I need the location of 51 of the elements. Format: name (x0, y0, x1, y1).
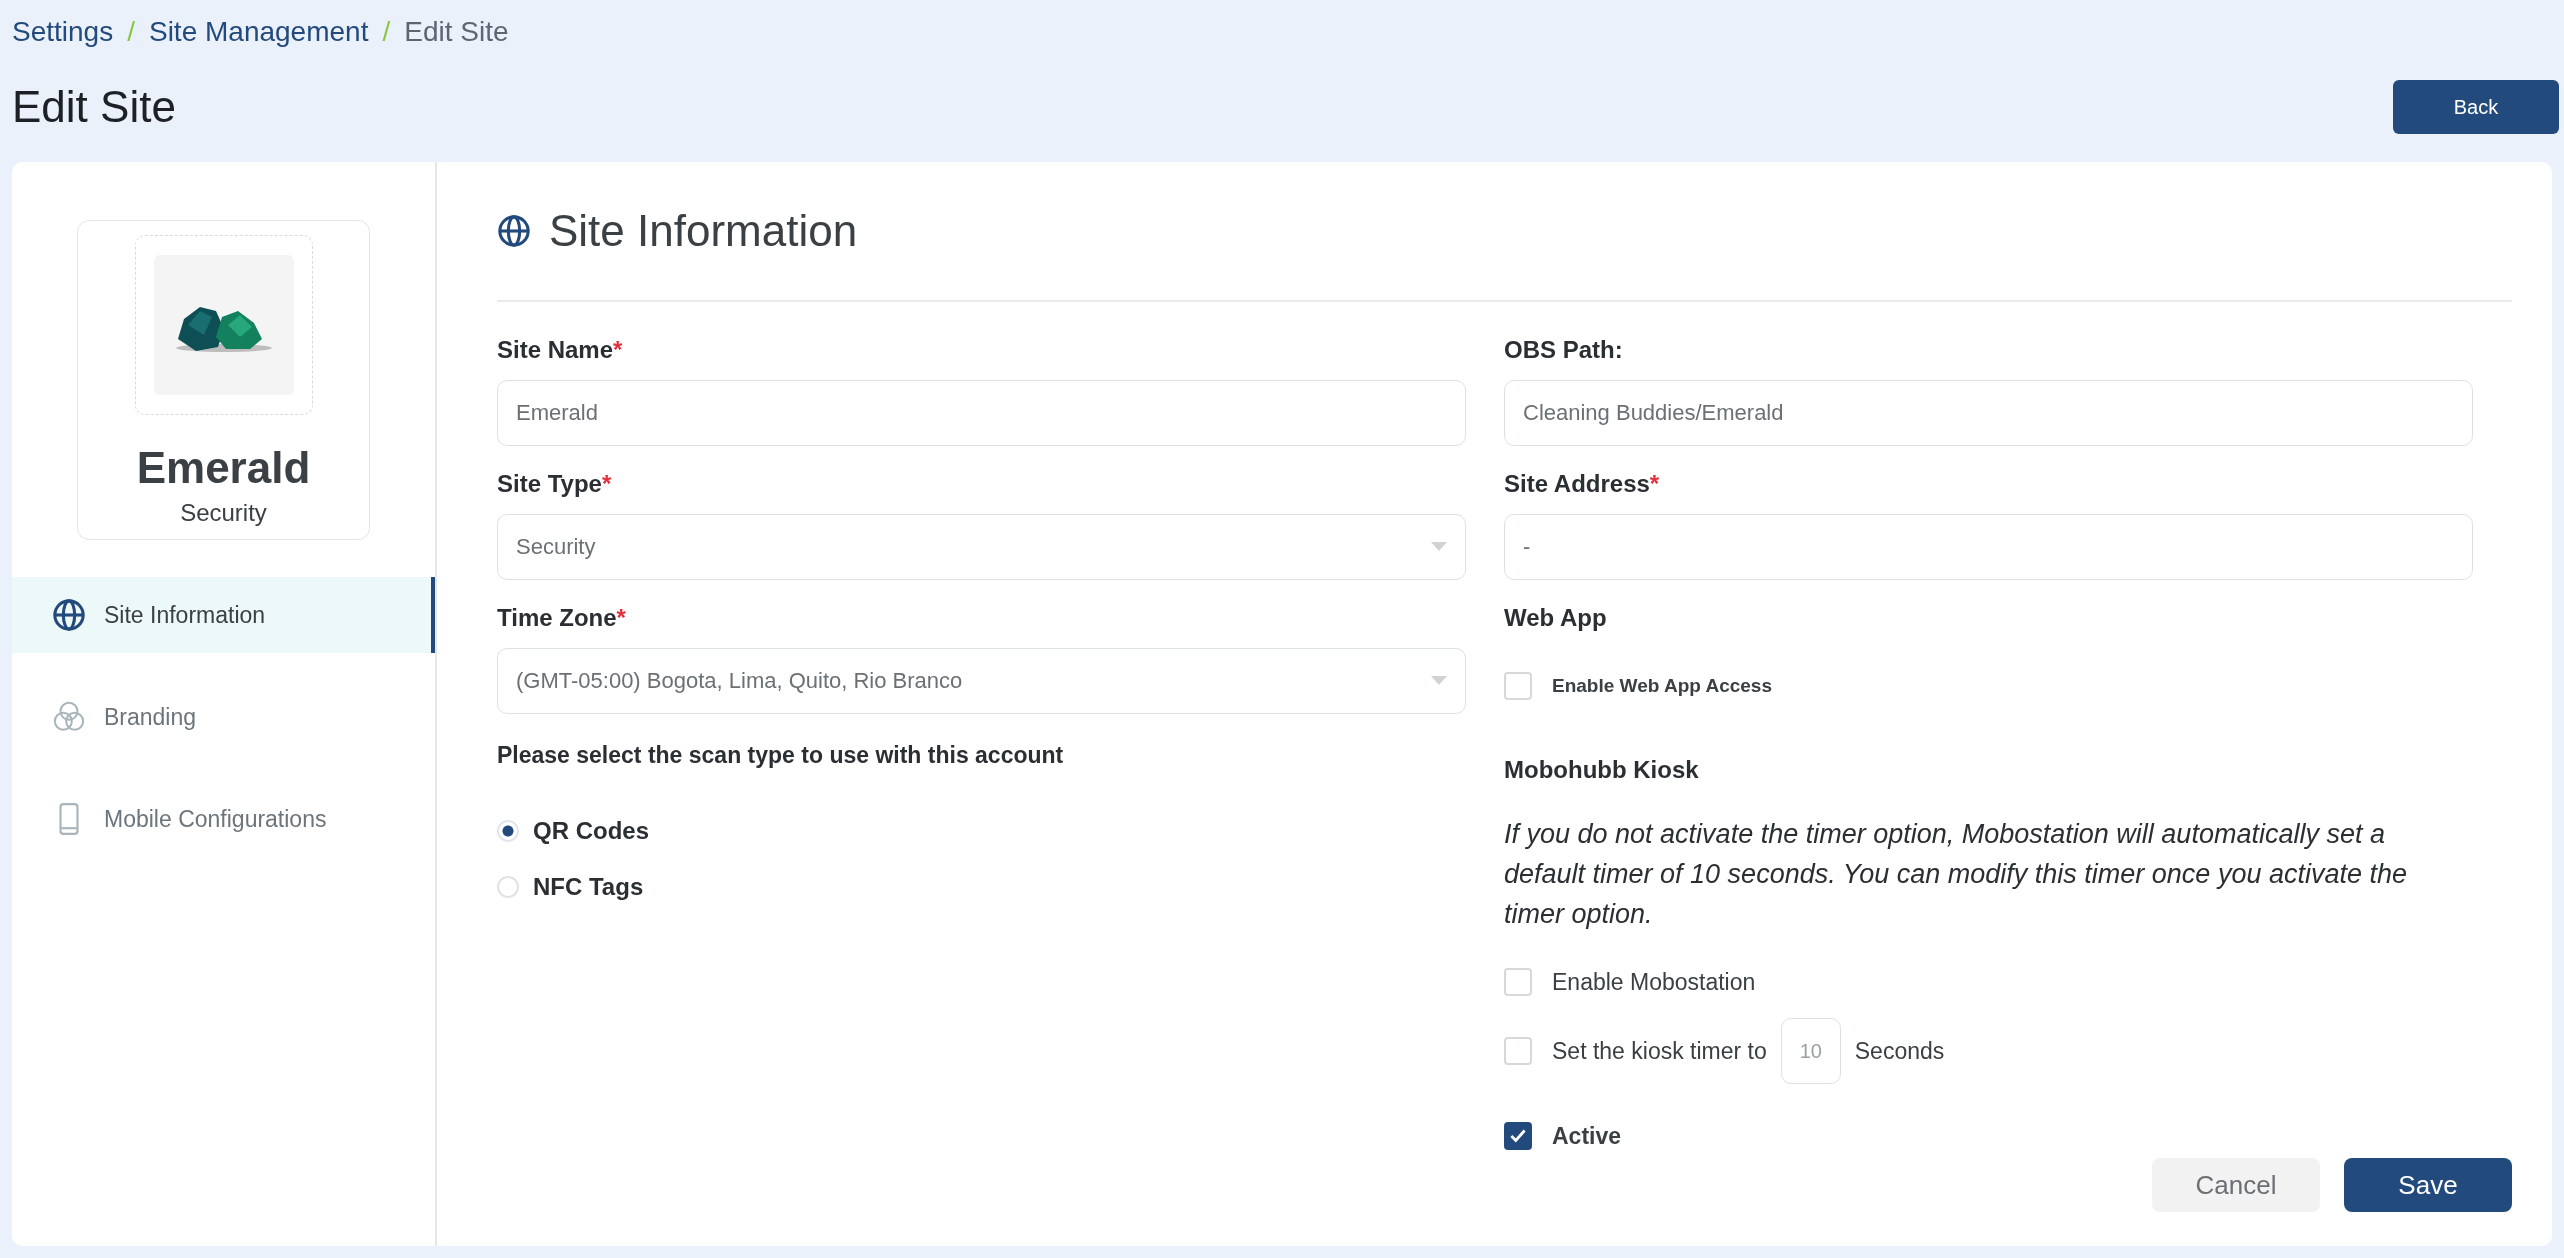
checkbox-label: Enable Web App Access (1552, 675, 1772, 697)
field-label: OBS Path: (1504, 336, 1624, 364)
caret-icon (1431, 676, 1447, 686)
field-label: Site Name* (497, 336, 624, 364)
globe-icon (497, 214, 531, 248)
radio-button[interactable] (497, 820, 519, 842)
radio-label: QR Codes (533, 817, 649, 845)
checkbox-label: Active (1552, 1122, 1622, 1150)
cancel-button[interactable]: Cancel (2152, 1158, 2320, 1212)
sidebar-item-label: Branding (104, 703, 197, 731)
breadcrumb-separator: / (382, 16, 391, 48)
sidebar-item-label: Site Information (104, 601, 266, 629)
checkbox-label: Set the kiosk timer to (1552, 1037, 1767, 1065)
breadcrumb-separator: / (127, 16, 135, 48)
checkbox-label: Enable Mobostation (1552, 968, 1756, 996)
timer-input-field[interactable]: 10 (1780, 1018, 1841, 1084)
field-label: Site Type* (497, 470, 613, 498)
radio-option[interactable]: NFC Tags (497, 873, 1466, 901)
kiosk-heading: Mobohubb Kiosk (1504, 756, 1700, 784)
dropdown-field[interactable]: (GMT-05:00) Bogota, Lima, Quito, Rio Branco (497, 648, 1466, 714)
sidebar-item-label: Mobile Configurations (104, 805, 327, 833)
site-name: Emerald (136, 443, 311, 493)
site-type: Security (180, 499, 267, 527)
radio-label: NFC Tags (533, 873, 644, 901)
image-upload-frame[interactable] (134, 235, 313, 415)
dropdown-field[interactable]: Security (497, 514, 1466, 580)
radio-option[interactable]: QR Codes (497, 817, 1466, 845)
page-title: Edit Site (12, 82, 176, 132)
kiosk-note: If you do not activate the timer option, Mobostation will automatically set a default timer of 10 seconds. You can modify this timer once you activate the timer option. (1504, 818, 2408, 931)
caret-icon (1431, 542, 1447, 552)
section-title: Site Information (549, 206, 858, 256)
breadcrumb-link[interactable]: Site Management (148, 16, 369, 48)
field-label: Site Address* (1504, 470, 1661, 498)
globe-icon (52, 598, 86, 632)
breadcrumb-link[interactable]: Settings (12, 16, 114, 48)
input-field[interactable]: Emerald (497, 380, 1466, 446)
current-page-label: Edit Site (404, 16, 509, 48)
save-button[interactable]: Save (2344, 1158, 2512, 1212)
input-field[interactable]: - (1504, 514, 2473, 580)
timer-unit: Seconds (1854, 1037, 1945, 1065)
input-field[interactable]: Cleaning Buddies/Emerald (1504, 380, 2473, 446)
sidebar-item[interactable]: Mobile Configurations (12, 781, 435, 857)
field-label: Time Zone* (497, 604, 627, 632)
circles-icon (52, 700, 86, 734)
sidebar-item[interactable]: Site Information (12, 577, 435, 653)
radio-button[interactable] (497, 876, 519, 898)
checkbox[interactable] (1504, 1122, 1532, 1150)
sidebar-item[interactable]: Branding (12, 679, 435, 755)
back-button[interactable]: Back (2393, 80, 2559, 134)
web-app-heading: Web App (1504, 604, 1608, 632)
scan-type-prompt: Please select the scan type to use with this account (497, 742, 1065, 769)
